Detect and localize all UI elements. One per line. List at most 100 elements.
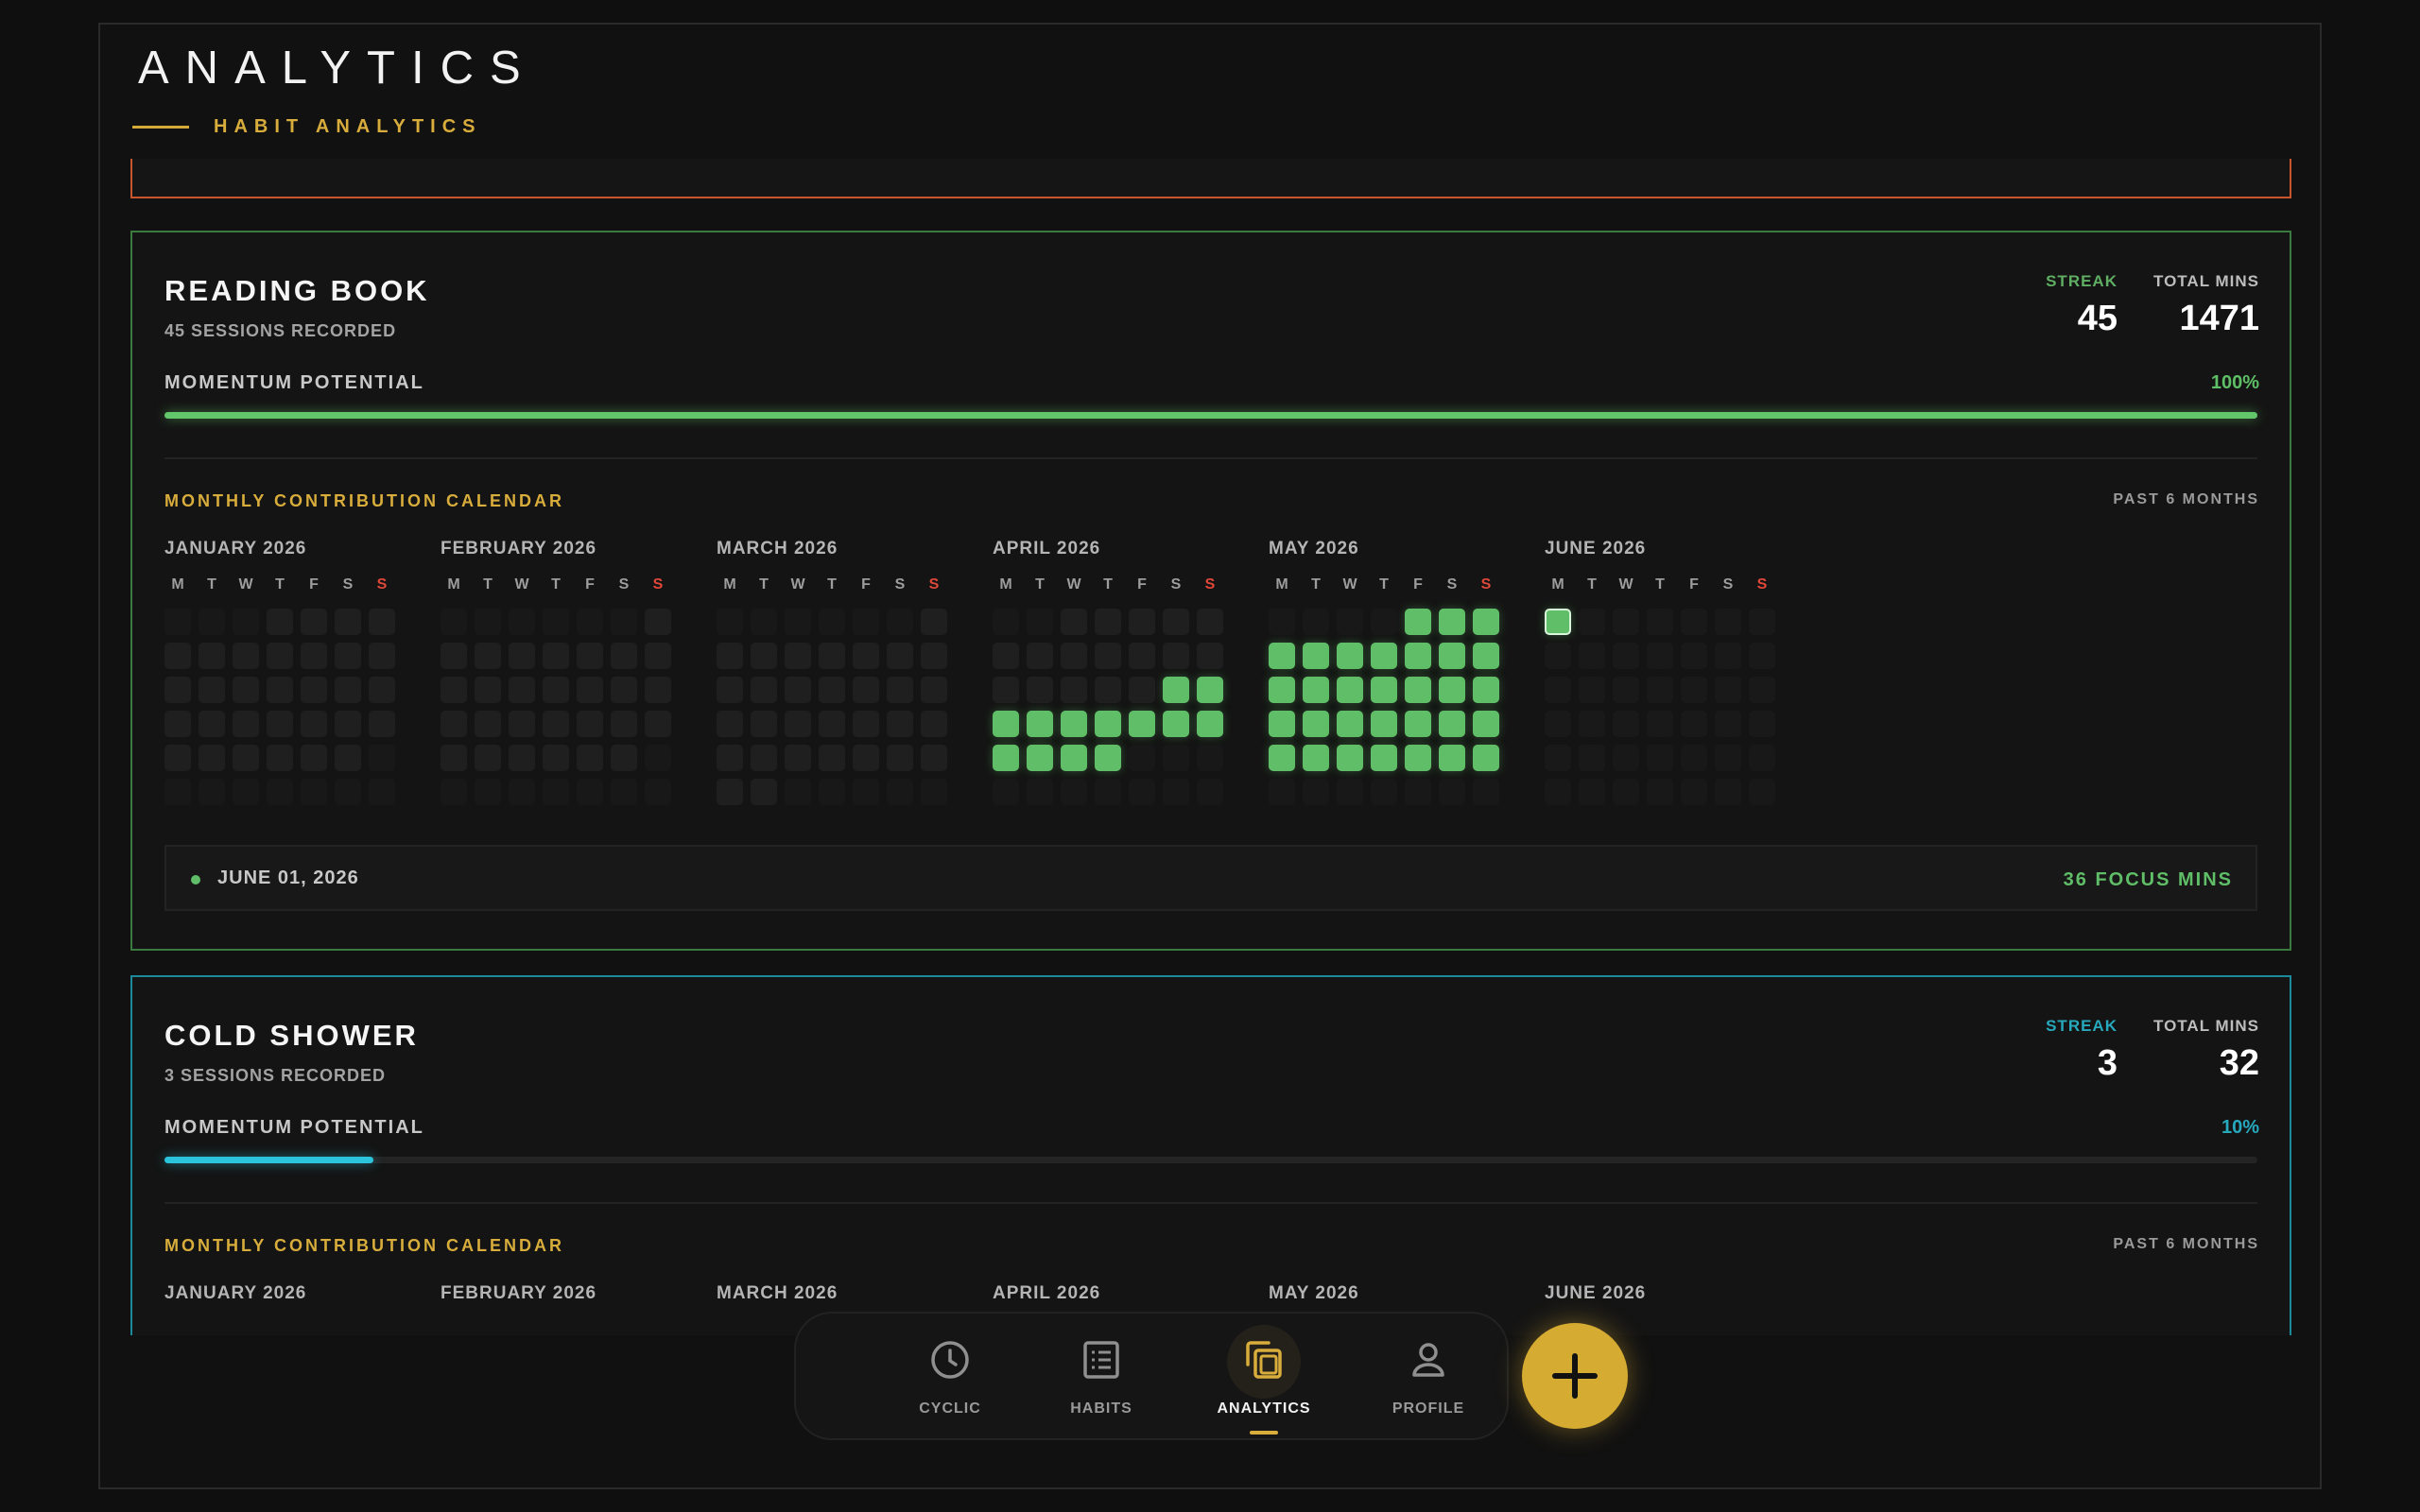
day-cell[interactable] <box>645 643 671 669</box>
day-cell[interactable] <box>267 643 293 669</box>
day-cell[interactable] <box>1545 745 1571 771</box>
day-cell[interactable] <box>921 643 947 669</box>
day-cell[interactable] <box>993 745 1019 771</box>
day-cell[interactable] <box>1163 711 1189 737</box>
day-cell[interactable] <box>611 711 637 737</box>
day-cell[interactable] <box>1027 677 1053 703</box>
day-cell[interactable] <box>751 677 777 703</box>
day-cell[interactable] <box>543 677 569 703</box>
day-cell[interactable] <box>1027 745 1053 771</box>
day-cell[interactable] <box>1095 609 1121 635</box>
day-cell[interactable] <box>785 745 811 771</box>
day-cell[interactable] <box>1681 711 1707 737</box>
day-cell[interactable] <box>1061 745 1087 771</box>
day-cell[interactable] <box>1269 711 1295 737</box>
day-cell[interactable] <box>1749 677 1775 703</box>
day-cell[interactable] <box>1613 609 1639 635</box>
day-cell[interactable] <box>369 609 395 635</box>
day-cell[interactable] <box>1197 609 1223 635</box>
day-cell[interactable] <box>1579 643 1605 669</box>
day-cell[interactable] <box>1579 677 1605 703</box>
day-cell[interactable] <box>1715 643 1741 669</box>
day-cell[interactable] <box>509 677 535 703</box>
day-cell[interactable] <box>577 745 603 771</box>
day-cell[interactable] <box>577 711 603 737</box>
day-cell[interactable] <box>853 711 879 737</box>
day-cell[interactable] <box>301 677 327 703</box>
day-cell[interactable] <box>1371 711 1397 737</box>
day-cell[interactable] <box>1269 677 1295 703</box>
day-cell[interactable] <box>751 711 777 737</box>
day-cell[interactable] <box>1337 677 1363 703</box>
day-cell[interactable] <box>751 745 777 771</box>
nav-item-profile[interactable]: PROFILE <box>1357 1314 1499 1442</box>
day-cell[interactable] <box>1405 711 1431 737</box>
day-cell[interactable] <box>1749 609 1775 635</box>
day-cell[interactable] <box>1095 643 1121 669</box>
day-cell[interactable] <box>335 711 361 737</box>
analytics-scroll-area[interactable]: READING BOOK 45 SESSIONS RECORDED STREAK… <box>100 159 2320 1335</box>
day-cell[interactable] <box>785 643 811 669</box>
day-cell[interactable] <box>1129 711 1155 737</box>
day-cell[interactable] <box>233 711 259 737</box>
day-cell[interactable] <box>819 745 845 771</box>
day-cell[interactable] <box>1579 745 1605 771</box>
day-cell[interactable] <box>577 677 603 703</box>
day-cell[interactable] <box>233 643 259 669</box>
day-cell[interactable] <box>543 711 569 737</box>
day-cell[interactable] <box>887 711 913 737</box>
day-cell[interactable] <box>369 677 395 703</box>
day-cell[interactable] <box>819 677 845 703</box>
day-cell[interactable] <box>921 711 947 737</box>
day-cell[interactable] <box>475 711 501 737</box>
habit-card-cold-shower[interactable]: COLD SHOWER 3 SESSIONS RECORDED STREAK 3… <box>130 975 2291 1335</box>
day-cell[interactable] <box>1579 711 1605 737</box>
day-cell[interactable] <box>301 643 327 669</box>
day-cell[interactable] <box>1715 609 1741 635</box>
day-cell[interactable] <box>645 677 671 703</box>
day-cell[interactable] <box>1545 643 1571 669</box>
day-cell[interactable] <box>645 609 671 635</box>
day-cell[interactable] <box>717 643 743 669</box>
day-cell[interactable] <box>301 745 327 771</box>
day-cell[interactable] <box>887 745 913 771</box>
day-cell[interactable] <box>1027 643 1053 669</box>
day-cell[interactable] <box>1715 711 1741 737</box>
day-cell[interactable] <box>1337 711 1363 737</box>
day-cell[interactable] <box>887 643 913 669</box>
day-cell[interactable] <box>1715 677 1741 703</box>
day-cell[interactable] <box>1095 711 1121 737</box>
day-cell[interactable] <box>199 745 225 771</box>
day-cell[interactable] <box>335 677 361 703</box>
day-cell[interactable] <box>1163 677 1189 703</box>
day-cell[interactable] <box>164 745 191 771</box>
day-cell[interactable] <box>717 745 743 771</box>
nav-item-habits[interactable]: HABITS <box>1030 1314 1172 1442</box>
day-cell[interactable] <box>1473 643 1499 669</box>
day-cell[interactable] <box>1197 643 1223 669</box>
day-cell[interactable] <box>509 711 535 737</box>
day-cell[interactable] <box>887 677 913 703</box>
day-cell[interactable] <box>1613 643 1639 669</box>
day-cell[interactable] <box>233 677 259 703</box>
day-cell[interactable] <box>1439 609 1465 635</box>
day-cell[interactable] <box>921 609 947 635</box>
day-cell[interactable] <box>1749 711 1775 737</box>
day-cell[interactable] <box>1095 677 1121 703</box>
day-cell[interactable] <box>577 643 603 669</box>
day-cell[interactable] <box>993 711 1019 737</box>
day-cell[interactable] <box>1473 677 1499 703</box>
day-cell[interactable] <box>921 745 947 771</box>
day-cell[interactable] <box>1579 609 1605 635</box>
day-cell[interactable] <box>717 779 743 805</box>
day-cell[interactable] <box>1303 745 1329 771</box>
day-cell[interactable] <box>1405 609 1431 635</box>
day-cell[interactable] <box>1303 677 1329 703</box>
day-cell[interactable] <box>509 643 535 669</box>
day-cell[interactable] <box>785 677 811 703</box>
day-cell[interactable] <box>267 711 293 737</box>
day-cell[interactable] <box>1129 609 1155 635</box>
day-cell[interactable] <box>543 643 569 669</box>
day-cell[interactable] <box>1545 677 1571 703</box>
day-cell[interactable] <box>1129 643 1155 669</box>
